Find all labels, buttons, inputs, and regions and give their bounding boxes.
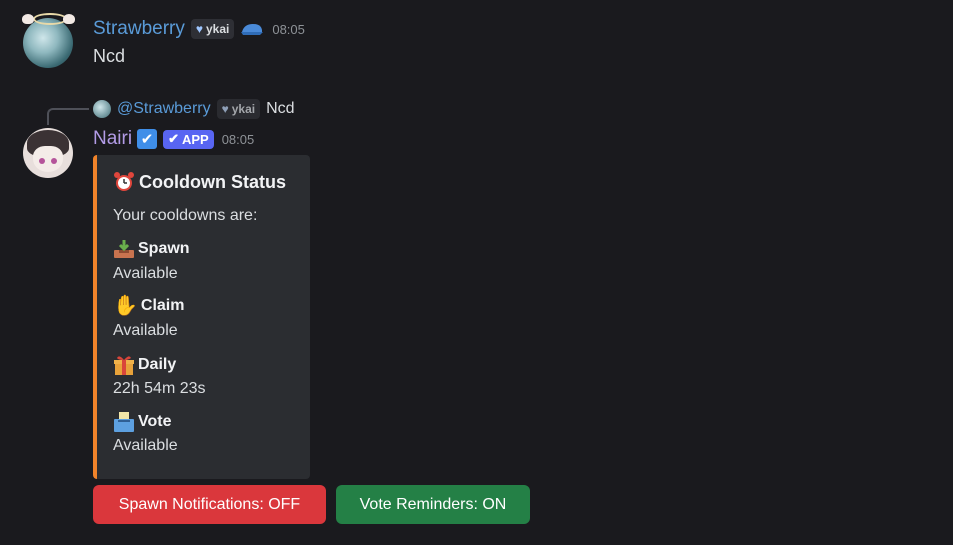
field-spawn-name: Spawn [113, 239, 190, 259]
username-strawberry[interactable]: Strawberry [93, 18, 185, 40]
app-badge: ✔ APP [163, 129, 214, 149]
checkmark-icon: ✔ [168, 131, 179, 146]
field-vote-value: Available [113, 437, 178, 454]
field-label: Daily [138, 356, 177, 373]
avatar-eye-right [51, 158, 57, 164]
timestamp: 08:05 [221, 131, 255, 147]
embed-card: Cooldown Status Your cooldowns are: Spaw… [93, 155, 310, 479]
field-label: Vote [138, 413, 172, 430]
wing-left-decoration [22, 14, 34, 24]
field-daily-name: Daily [113, 354, 176, 376]
avatar-face [33, 146, 63, 172]
avatar-strawberry[interactable] [23, 18, 73, 68]
vote-reminders-button[interactable]: Vote Reminders: ON [336, 485, 530, 524]
heart-icon: ♥ [195, 22, 203, 36]
app-badge-label: APP [181, 131, 209, 147]
field-daily-value: 22h 54m 23s [113, 380, 206, 397]
message-content: Ncd [93, 46, 126, 66]
timestamp: 08:05 [272, 21, 305, 37]
field-label: Claim [140, 297, 185, 314]
reply-content: Ncd [266, 100, 295, 117]
heart-icon: ♥ [221, 102, 229, 116]
raised-hand-icon: ✋ [113, 295, 138, 317]
reply-preview[interactable]: @Strawberry ♥ ykai Ncd [93, 99, 295, 119]
blue-cap-icon [241, 24, 264, 35]
field-label: Spawn [138, 240, 190, 257]
inbox-tray-icon [114, 240, 134, 258]
avatar-eye-left [39, 158, 45, 164]
reply-connector [47, 108, 89, 125]
embed-title: Cooldown Status [113, 171, 286, 193]
embed-description: Your cooldowns are: [113, 207, 258, 224]
username-nairi[interactable]: Nairi [93, 128, 132, 150]
guild-tag-label: ykai [205, 22, 230, 36]
reply-avatar [93, 100, 111, 118]
ballot-box-icon [114, 412, 134, 432]
reply-username[interactable]: @Strawberry [117, 100, 211, 118]
gift-icon [114, 356, 134, 375]
guild-tag[interactable]: ♥ ykai [190, 19, 235, 39]
alarm-clock-icon [114, 172, 134, 191]
field-claim-name: ✋ Claim [113, 296, 184, 316]
wing-right-decoration [63, 14, 75, 24]
message-header: Strawberry ♥ ykai 08:05 [93, 18, 305, 40]
avatar-nairi[interactable] [23, 128, 73, 178]
field-claim-value: Available [113, 322, 178, 339]
reply-guild-tag: ♥ ykai [216, 99, 261, 119]
check-box-icon: ✔ [137, 129, 158, 149]
embed-title-text: Cooldown Status [139, 171, 286, 192]
message-header: Nairi ✔ ✔ APP 08:05 [93, 128, 254, 150]
spawn-notifications-button[interactable]: Spawn Notifications: OFF [93, 485, 326, 524]
field-vote-name: Vote [113, 411, 171, 433]
reply-guild-tag-label: ykai [231, 102, 256, 116]
halo-decoration [33, 13, 67, 25]
field-spawn-value: Available [113, 265, 178, 282]
